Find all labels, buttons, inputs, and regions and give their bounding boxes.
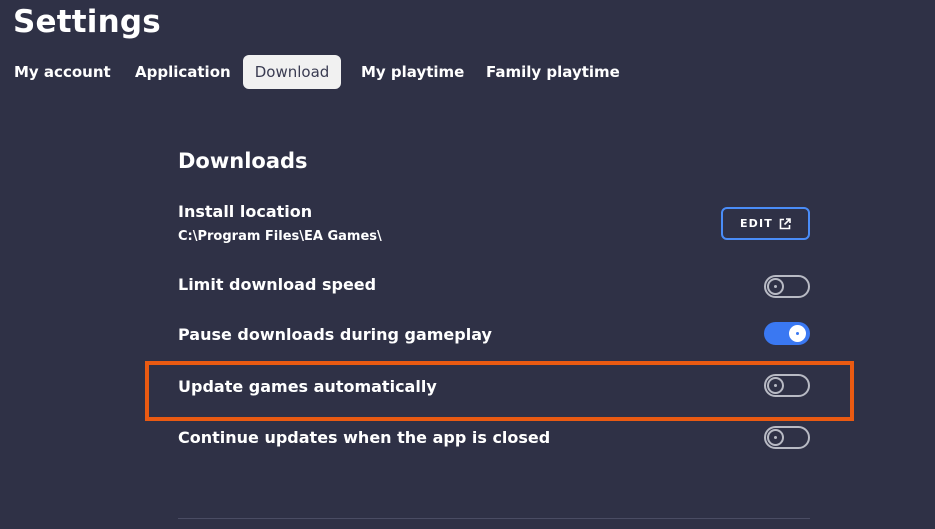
- pause-downloads-toggle[interactable]: [764, 322, 810, 345]
- tab-my-playtime[interactable]: My playtime: [361, 55, 464, 89]
- section-title-downloads: Downloads: [178, 149, 308, 173]
- toggle-knob: [767, 429, 784, 446]
- continue-updates-label: Continue updates when the app is closed: [178, 428, 551, 447]
- page-title: Settings: [13, 4, 161, 40]
- tab-download[interactable]: Download: [243, 55, 341, 89]
- edit-button-label: EDIT: [739, 217, 774, 230]
- toggle-knob: [767, 278, 784, 295]
- toggle-knob: [767, 377, 784, 394]
- tab-family-playtime[interactable]: Family playtime: [486, 55, 620, 89]
- tab-my-account[interactable]: My account: [14, 55, 111, 89]
- settings-tabs: My account Application Download My playt…: [0, 55, 700, 89]
- external-link-icon: [779, 217, 791, 230]
- limit-download-speed-label: Limit download speed: [178, 275, 377, 294]
- update-games-automatically-label: Update games automatically: [178, 377, 437, 396]
- edit-install-location-button[interactable]: EDIT: [721, 207, 810, 240]
- section-divider: [178, 518, 810, 519]
- limit-download-speed-toggle[interactable]: [764, 275, 810, 298]
- install-location-path: C:\Program Files\EA Games\: [178, 229, 382, 244]
- continue-updates-toggle[interactable]: [764, 426, 810, 449]
- install-location-label: Install location: [178, 202, 313, 221]
- update-games-automatically-toggle[interactable]: [764, 374, 810, 397]
- pause-downloads-label: Pause downloads during gameplay: [178, 325, 492, 344]
- toggle-knob: [789, 325, 806, 342]
- tab-application[interactable]: Application: [135, 55, 231, 89]
